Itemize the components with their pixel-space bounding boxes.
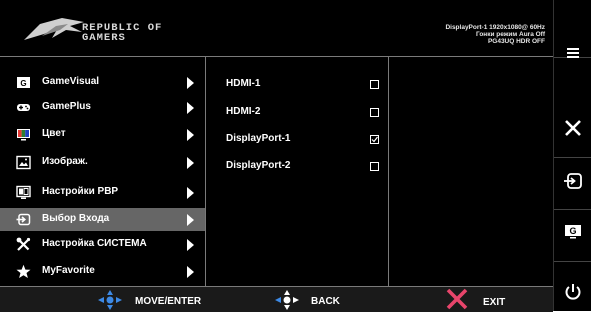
status-line-2: Гонки режим Aura Off [475, 31, 545, 38]
menu-item-gameplus[interactable]: GamePlus [0, 96, 205, 119]
chevron-right-icon [187, 266, 194, 278]
option-label: DisplayPort-1 [226, 133, 291, 144]
input-option-displayport-1[interactable]: DisplayPort-1 [206, 128, 388, 150]
svg-text:G: G [569, 226, 576, 236]
osd-window: REPUBLIC OF GAMERS DisplayPort-1 1920x10… [0, 0, 553, 312]
menu-area: G GameVisual GamePlus Цвет Изображ. Наст… [0, 57, 553, 286]
power-button[interactable] [554, 261, 591, 311]
radio-unchecked[interactable] [370, 162, 379, 171]
option-label: DisplayPort-2 [226, 160, 291, 171]
input-icon [16, 213, 31, 226]
input-option-hdmi-1[interactable]: HDMI-1 [206, 73, 388, 95]
option-label: HDMI-2 [226, 106, 261, 117]
brand-line-2: GAMERS [82, 32, 126, 44]
input-option-hdmi-2[interactable]: HDMI-2 [206, 101, 388, 123]
exit-label: EXIT [483, 297, 506, 308]
chevron-right-icon [187, 77, 194, 89]
menu-item-label: GamePlus [42, 101, 91, 112]
power-icon [565, 284, 581, 300]
status-info: DisplayPort-1 1920x1080@ 60Hz Гонки режи… [445, 24, 545, 45]
brand-text: REPUBLIC OF GAMERS [82, 23, 162, 44]
close-button[interactable] [554, 99, 591, 158]
menu-item-myfavorite[interactable]: MyFavorite [0, 260, 205, 283]
menu-item-label: Выбор Входа [42, 213, 110, 224]
tools-icon [16, 237, 31, 251]
menu-item-input-select[interactable]: Выбор Входа [0, 208, 205, 231]
status-line-1: DisplayPort-1 1920x1080@ 60Hz [445, 24, 545, 31]
star-icon [16, 264, 31, 278]
chevron-right-icon [187, 187, 194, 199]
chevron-right-icon [187, 129, 194, 141]
gamevisual-icon: G [565, 225, 581, 239]
back-joystick-icon [275, 290, 299, 310]
chevron-right-icon [187, 239, 194, 251]
close-icon [565, 120, 581, 136]
gamepad-icon [17, 104, 30, 111]
monitor-button-bar: G [553, 0, 591, 311]
menu-item-color[interactable]: Цвет [0, 123, 205, 146]
main-menu: G GameVisual GamePlus Цвет Изображ. Наст… [0, 57, 206, 286]
menu-item-label: Изображ. [42, 156, 88, 167]
status-line-3: PG43UQ HDR OFF [487, 38, 545, 45]
hamburger-icon [567, 48, 579, 58]
chevron-right-icon [187, 102, 194, 114]
back-label: BACK [311, 296, 340, 307]
menu-item-label: Настройки PBP [42, 186, 119, 197]
move-joystick-icon [98, 290, 122, 310]
move-enter-label: MOVE/ENTER [135, 296, 202, 307]
chevron-right-icon [187, 214, 194, 226]
osd-header: REPUBLIC OF GAMERS DisplayPort-1 1920x10… [0, 0, 553, 57]
detail-pane [389, 57, 553, 286]
exit-x-icon [446, 288, 468, 310]
check-icon[interactable] [370, 135, 379, 144]
menu-item-label: MyFavorite [42, 265, 95, 276]
menu-item-pbp[interactable]: Настройки PBP [0, 181, 205, 204]
chevron-right-icon [187, 157, 194, 169]
submenu: HDMI-1 HDMI-2 DisplayPort-1 DisplayPort-… [206, 57, 389, 286]
input-icon [564, 173, 582, 189]
menu-item-gamevisual[interactable]: G GameVisual [0, 71, 205, 94]
option-label: HDMI-1 [226, 78, 261, 89]
gamevisual-icon: G [17, 77, 30, 88]
radio-unchecked[interactable] [370, 108, 379, 117]
menu-item-label: Цвет [42, 128, 66, 139]
osd-footer: MOVE/ENTER BACK EXIT [0, 286, 553, 312]
menu-item-image[interactable]: Изображ. [0, 151, 205, 174]
color-icon [17, 129, 30, 141]
pbp-icon [16, 185, 31, 199]
svg-text:G: G [20, 79, 26, 88]
input-select-button[interactable] [554, 157, 591, 210]
menu-item-system-setup[interactable]: Настройка СИСТЕМА [0, 233, 205, 256]
menu-item-label: Настройка СИСТЕМА [42, 238, 147, 249]
menu-item-label: GameVisual [42, 76, 100, 87]
image-icon [16, 155, 31, 170]
gamevisual-button[interactable]: G [554, 209, 591, 262]
input-option-displayport-2[interactable]: DisplayPort-2 [206, 155, 388, 177]
menu-button[interactable] [554, 0, 591, 58]
radio-unchecked[interactable] [370, 80, 379, 89]
